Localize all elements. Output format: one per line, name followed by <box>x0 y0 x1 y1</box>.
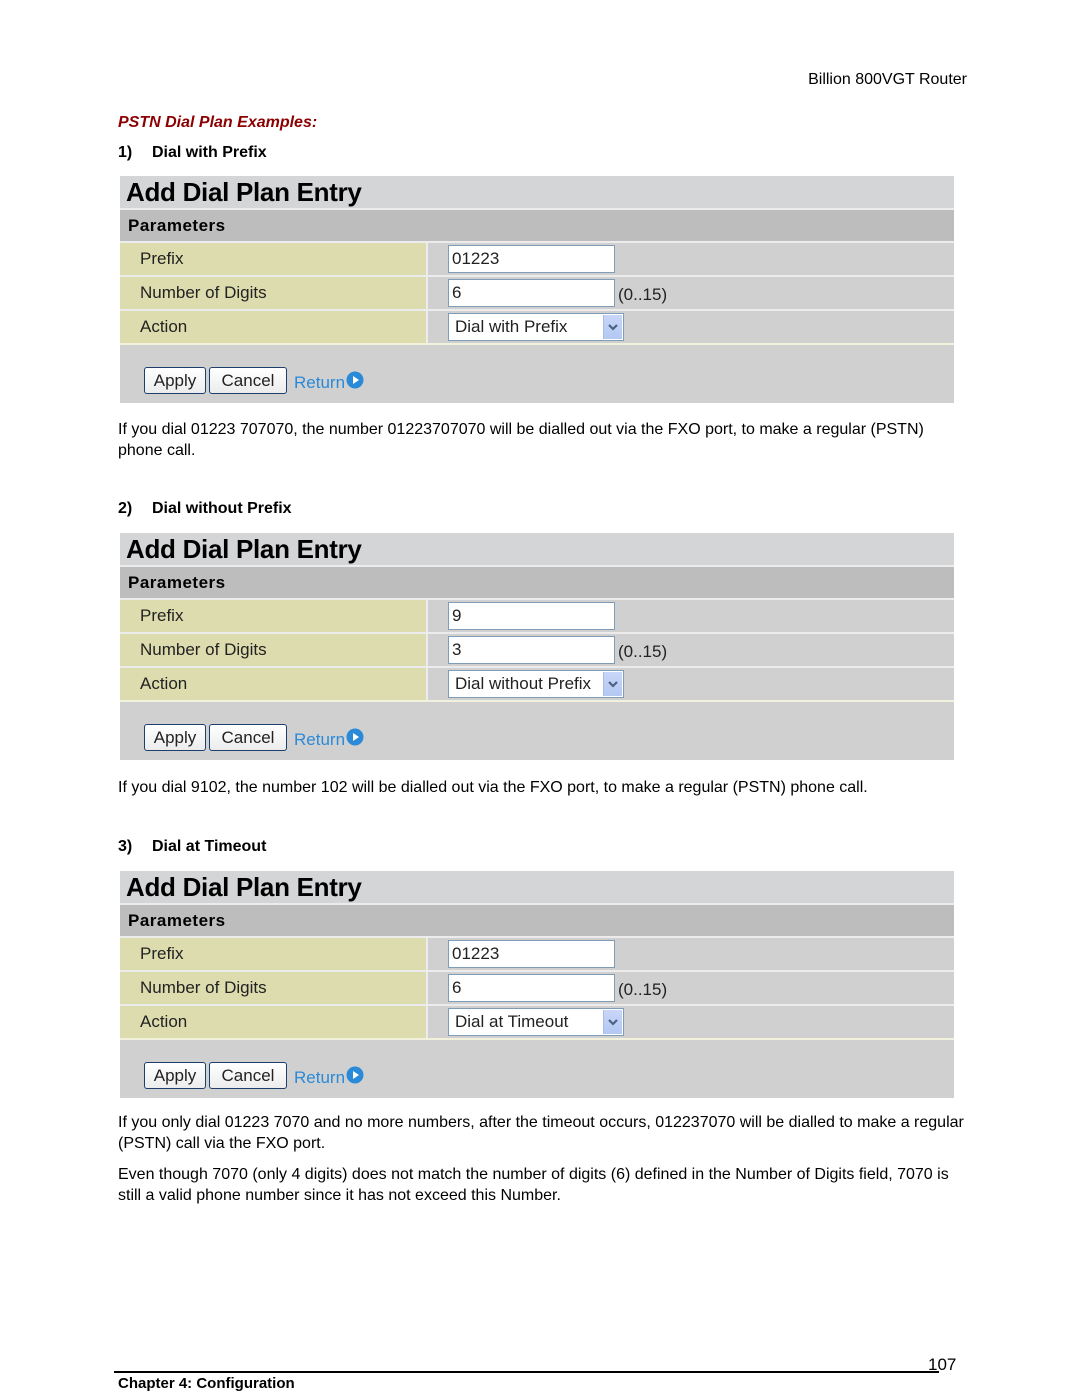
return-label: Return <box>294 1068 346 1087</box>
step-number: 3) <box>118 838 133 855</box>
cancel-button[interactable]: Cancel <box>209 724 287 751</box>
dial-plan-panel-1: Add Dial Plan Entry Parameters Prefix Nu… <box>120 176 954 403</box>
play-circle-icon <box>346 728 364 746</box>
prefix-row: Prefix <box>120 938 954 972</box>
prefix-row: Prefix <box>120 600 954 634</box>
prefix-input[interactable] <box>448 602 615 630</box>
play-circle-icon <box>346 1066 364 1084</box>
digits-row: Number of Digits (0..15) <box>120 634 954 668</box>
panel-actions: Apply Cancel Return <box>120 702 954 760</box>
digits-row: Number of Digits (0..15) <box>120 972 954 1006</box>
apply-button[interactable]: Apply <box>144 724 206 751</box>
step-heading-3: 3) Dial at Timeout <box>118 838 266 856</box>
action-label: Action <box>120 668 428 700</box>
action-select-value: Dial at Timeout <box>455 1012 569 1031</box>
digits-range-hint: (0..15) <box>618 642 668 661</box>
example-3-description: If you only dial 01223 7070 and no more … <box>118 1114 964 1152</box>
prefix-label: Prefix <box>120 243 428 275</box>
digits-label: Number of Digits <box>120 634 428 666</box>
action-row: Action Dial with Prefix <box>120 311 954 345</box>
return-label: Return <box>294 730 346 749</box>
step-title: Dial without Prefix <box>152 500 292 517</box>
cancel-button[interactable]: Cancel <box>209 1062 287 1089</box>
prefix-label: Prefix <box>120 600 428 632</box>
footer-divider <box>114 1371 939 1373</box>
panel-title: Add Dial Plan Entry <box>120 176 954 210</box>
action-row: Action Dial without Prefix <box>120 668 954 702</box>
chevron-down-icon[interactable] <box>603 1010 622 1034</box>
digits-input[interactable] <box>448 636 615 664</box>
dial-plan-panel-3: Add Dial Plan Entry Parameters Prefix Nu… <box>120 871 954 1098</box>
panel-title: Add Dial Plan Entry <box>120 533 954 567</box>
step-title: Dial with Prefix <box>152 144 267 161</box>
step-title: Dial at Timeout <box>152 838 267 855</box>
chevron-down-icon[interactable] <box>603 672 622 696</box>
dial-plan-panel-2: Add Dial Plan Entry Parameters Prefix Nu… <box>120 533 954 760</box>
example-2-description: If you dial 9102, the number 102 will be… <box>118 779 868 796</box>
example-3-note: Even though 7070 (only 4 digits) does no… <box>118 1166 949 1204</box>
return-link[interactable]: Return <box>294 371 364 393</box>
step-heading-2: 2) Dial without Prefix <box>118 500 292 518</box>
action-label: Action <box>120 311 428 343</box>
footer-chapter: Chapter 4: Configuration <box>118 1375 295 1392</box>
panel-subtitle: Parameters <box>120 567 954 600</box>
digits-range-hint: (0..15) <box>618 980 668 999</box>
panel-actions: Apply Cancel Return <box>120 345 954 403</box>
apply-button[interactable]: Apply <box>144 367 206 394</box>
digits-label: Number of Digits <box>120 277 428 309</box>
panel-subtitle: Parameters <box>120 905 954 938</box>
return-label: Return <box>294 373 346 392</box>
panel-title: Add Dial Plan Entry <box>120 871 954 905</box>
digits-row: Number of Digits (0..15) <box>120 277 954 311</box>
step-heading-1: 1) Dial with Prefix <box>118 144 267 162</box>
return-link[interactable]: Return <box>294 1066 364 1088</box>
example-1-description: If you dial 01223 707070, the number 012… <box>118 421 924 459</box>
action-label: Action <box>120 1006 428 1038</box>
action-select[interactable]: Dial without Prefix <box>448 670 624 698</box>
action-row: Action Dial at Timeout <box>120 1006 954 1040</box>
action-select[interactable]: Dial with Prefix <box>448 313 624 341</box>
step-number: 2) <box>118 500 133 517</box>
step-number: 1) <box>118 144 133 161</box>
action-select-value: Dial with Prefix <box>455 317 568 336</box>
digits-input[interactable] <box>448 279 615 307</box>
cancel-button[interactable]: Cancel <box>209 367 287 394</box>
digits-range-hint: (0..15) <box>618 285 668 304</box>
action-select-value: Dial without Prefix <box>455 674 592 693</box>
prefix-input[interactable] <box>448 940 615 968</box>
action-select[interactable]: Dial at Timeout <box>448 1008 624 1036</box>
digits-input[interactable] <box>448 974 615 1002</box>
panel-subtitle: Parameters <box>120 210 954 243</box>
apply-button[interactable]: Apply <box>144 1062 206 1089</box>
prefix-row: Prefix <box>120 243 954 277</box>
return-link[interactable]: Return <box>294 728 364 750</box>
digits-label: Number of Digits <box>120 972 428 1004</box>
prefix-input[interactable] <box>448 245 615 273</box>
section-title: PSTN Dial Plan Examples: <box>118 114 318 131</box>
document-header: Billion 800VGT Router <box>808 71 967 88</box>
panel-actions: Apply Cancel Return <box>120 1040 954 1098</box>
prefix-label: Prefix <box>120 938 428 970</box>
chevron-down-icon[interactable] <box>603 315 622 339</box>
play-circle-icon <box>346 371 364 389</box>
